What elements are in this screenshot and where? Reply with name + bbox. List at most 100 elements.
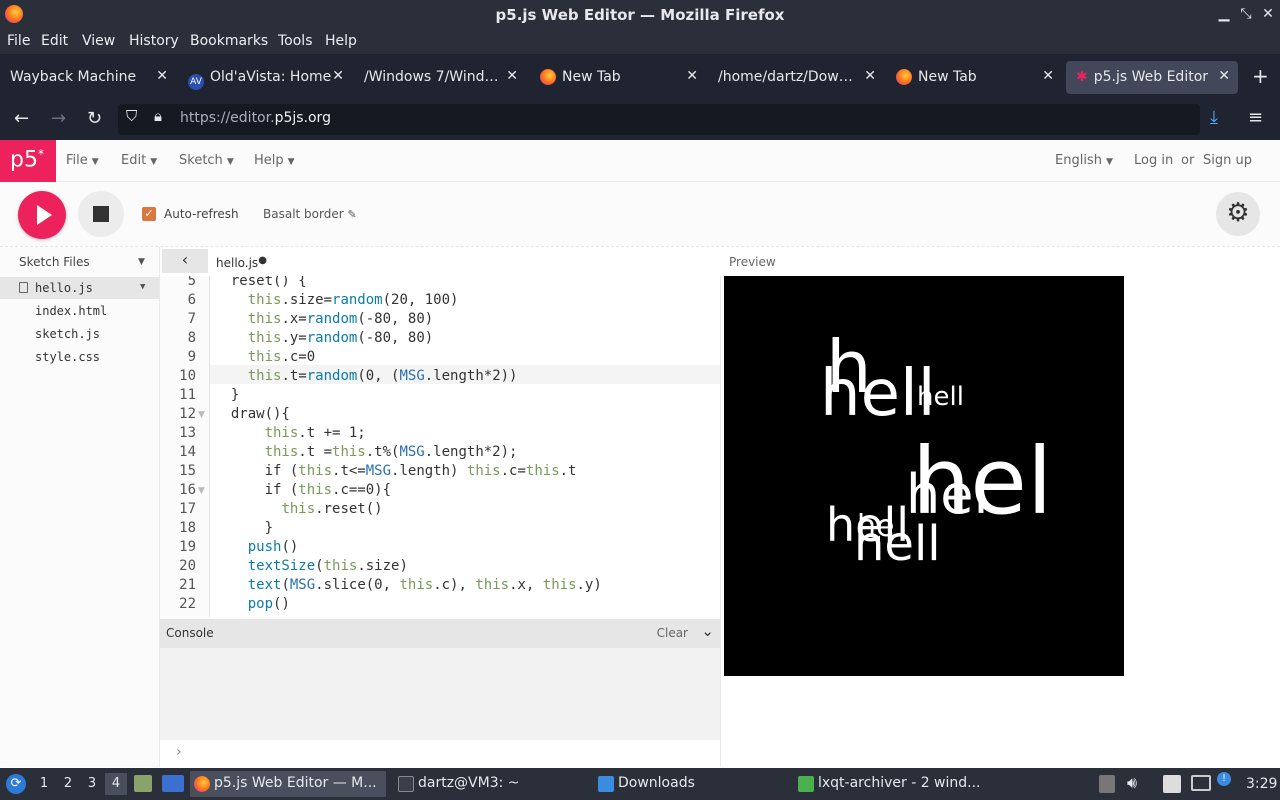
volume-icon[interactable]: 🔊︎ — [1127, 773, 1137, 793]
close-tab-icon[interactable]: ✕ — [864, 68, 876, 84]
reload-icon[interactable]: ↻ — [87, 108, 102, 129]
close-tab-icon[interactable]: ✕ — [1218, 68, 1230, 84]
url-text[interactable]: https://editor.p5js.org — [180, 110, 331, 126]
restore-icon[interactable]: ⤡ — [1237, 6, 1255, 22]
menu-history[interactable]: History — [129, 33, 179, 49]
tab-newtab-1[interactable]: New Tab ✕ — [530, 61, 706, 94]
minimize-icon[interactable]: ▁ — [1215, 6, 1233, 22]
clipboard-icon[interactable] — [1163, 775, 1181, 793]
close-tab-icon[interactable]: ✕ — [686, 68, 698, 84]
tab-oldavista[interactable]: AV Old'aVista: Home ✕ — [178, 61, 352, 94]
console-clear-button[interactable]: Clear — [657, 626, 688, 640]
code-line[interactable]: this.t += 1; — [214, 425, 366, 441]
desktop-icon[interactable] — [162, 775, 184, 792]
file-options-icon[interactable]: ▼ — [140, 282, 145, 292]
tab-downloads[interactable]: /home/dartz/Downloads ✕ — [708, 61, 884, 94]
app-menu-file[interactable]: File ▼ — [66, 153, 99, 168]
menu-tools[interactable]: Tools — [278, 33, 313, 49]
hamburger-menu-icon[interactable]: ≡ — [1248, 107, 1263, 128]
menu-view[interactable]: View — [82, 33, 115, 49]
back-icon[interactable]: ← — [14, 108, 29, 129]
download-icon[interactable]: ⤓ — [1210, 107, 1218, 128]
preview-canvas[interactable]: h hell hell hel hel hell he hell — [724, 276, 1124, 676]
menu-bookmarks[interactable]: Bookmarks — [190, 33, 268, 49]
workspace-4[interactable]: 4 — [105, 773, 127, 795]
language-select[interactable]: English ▼ — [1055, 153, 1113, 168]
shield-icon[interactable]: ⛉ — [126, 107, 137, 125]
lock-icon[interactable]: 🔒︎ — [154, 107, 162, 125]
code-line[interactable]: this.t=random(0, (MSG.length*2)) — [214, 368, 518, 384]
p5-logo[interactable]: p5* — [0, 140, 56, 182]
close-tab-icon[interactable]: ✕ — [332, 68, 344, 84]
signup-link[interactable]: Sign up — [1203, 153, 1252, 168]
task-firefox[interactable]: p5.js Web Editor — M... — [190, 771, 386, 797]
storage-tray-icon[interactable] — [1099, 775, 1115, 793]
code-line[interactable]: reset() { — [214, 276, 307, 289]
play-button[interactable] — [18, 191, 66, 239]
file-item-style-css[interactable]: style.css — [0, 346, 159, 368]
code-line[interactable]: pop() — [214, 596, 290, 612]
tab-p5js[interactable]: ✱ p5.js Web Editor ✕ — [1066, 61, 1238, 94]
stop-button[interactable] — [78, 191, 124, 237]
task-archiver[interactable]: lxqt-archiver - 2 wind... — [794, 771, 990, 797]
code-line[interactable]: this.y=random(-80, 80) — [214, 330, 433, 346]
task-terminal[interactable]: dartz@VM3: ~ — [394, 771, 586, 797]
close-window-icon[interactable]: ✕ — [1259, 6, 1277, 22]
start-menu-icon[interactable]: ⟳ — [6, 774, 26, 794]
files-launcher-icon[interactable] — [134, 775, 152, 792]
menu-help[interactable]: Help — [325, 33, 357, 49]
auto-refresh-checkbox[interactable]: ✓ — [142, 207, 156, 221]
terminal-icon — [398, 776, 414, 792]
url-bar[interactable]: ⛉ 🔒︎ https://editor.p5js.org — [118, 104, 1200, 135]
file-item-hello-js[interactable]: hello.js ▼ — [0, 277, 159, 299]
collapse-sidebar-button[interactable]: ‹ — [162, 249, 208, 273]
app-menu-edit[interactable]: Edit ▼ — [121, 153, 157, 168]
tab-newtab-2[interactable]: New Tab ✕ — [886, 61, 1062, 94]
code-line[interactable]: } — [214, 520, 273, 536]
menu-edit[interactable]: Edit — [41, 33, 68, 49]
code-editor[interactable]: 5 6 7 8 9 10 11 12 ▼ 13 14 15 16 ▼ 17 18 19 20 21 22 reset(… — [160, 276, 720, 617]
update-notification-icon[interactable]: ! — [1217, 772, 1231, 786]
fold-icon[interactable]: ▼ — [198, 410, 205, 420]
code-line[interactable]: draw(){ — [214, 406, 290, 422]
login-link[interactable]: Log in — [1134, 153, 1173, 168]
line-number: 11 — [179, 387, 196, 403]
console-input[interactable]: › — [160, 740, 720, 767]
settings-gear-icon[interactable]: ⚙ — [1216, 192, 1260, 236]
workspace-1[interactable]: 1 — [33, 773, 55, 795]
code-line[interactable]: } — [214, 387, 239, 403]
code-line[interactable]: if (this.c==0){ — [214, 482, 391, 498]
sketch-name[interactable]: Basalt border ✎ — [263, 207, 357, 221]
code-line[interactable]: push() — [214, 539, 299, 555]
code-line[interactable]: this.x=random(-80, 80) — [214, 311, 433, 327]
task-downloads[interactable]: Downloads — [594, 771, 790, 797]
code-line[interactable]: this.t =this.t%(MSG.length*2); — [214, 444, 518, 460]
tab-wayback[interactable]: Wayback Machine ✕ — [0, 61, 176, 94]
file-item-index-html[interactable]: index.html — [0, 300, 159, 322]
network-icon[interactable] — [1191, 775, 1211, 791]
fold-icon[interactable]: ▼ — [198, 486, 205, 496]
close-tab-icon[interactable]: ✕ — [506, 68, 518, 84]
forward-icon[interactable]: → — [51, 108, 66, 129]
workspace-2[interactable]: 2 — [57, 773, 79, 795]
file-item-sketch-js[interactable]: sketch.js — [0, 323, 159, 345]
chevron-down-icon[interactable]: ▼ — [138, 257, 145, 267]
code-line[interactable]: text(MSG.slice(0, this.c), this.x, this.… — [214, 577, 602, 593]
chevron-down-icon[interactable]: ⌄ — [701, 622, 714, 640]
code-line[interactable]: if (this.t<=MSG.length) this.c=this.t — [214, 463, 577, 479]
pane-divider[interactable] — [720, 276, 721, 767]
close-tab-icon[interactable]: ✕ — [156, 68, 168, 84]
tab-label: New Tab — [918, 69, 977, 85]
workspace-3[interactable]: 3 — [81, 773, 103, 795]
app-menu-sketch[interactable]: Sketch ▼ — [179, 153, 234, 168]
code-line[interactable]: this.reset() — [214, 501, 382, 517]
code-line[interactable]: this.size=random(20, 100) — [214, 292, 459, 308]
open-file-name[interactable]: hello.js● — [216, 255, 267, 270]
tab-windows7[interactable]: /Windows 7/Windows ✕ — [354, 61, 526, 94]
close-tab-icon[interactable]: ✕ — [1042, 68, 1054, 84]
app-menu-help[interactable]: Help ▼ — [254, 153, 295, 168]
code-line[interactable]: textSize(this.size) — [214, 558, 408, 574]
code-line[interactable]: this.c=0 — [214, 349, 315, 365]
new-tab-icon[interactable]: + — [1252, 64, 1269, 88]
menu-file[interactable]: File — [7, 33, 30, 49]
